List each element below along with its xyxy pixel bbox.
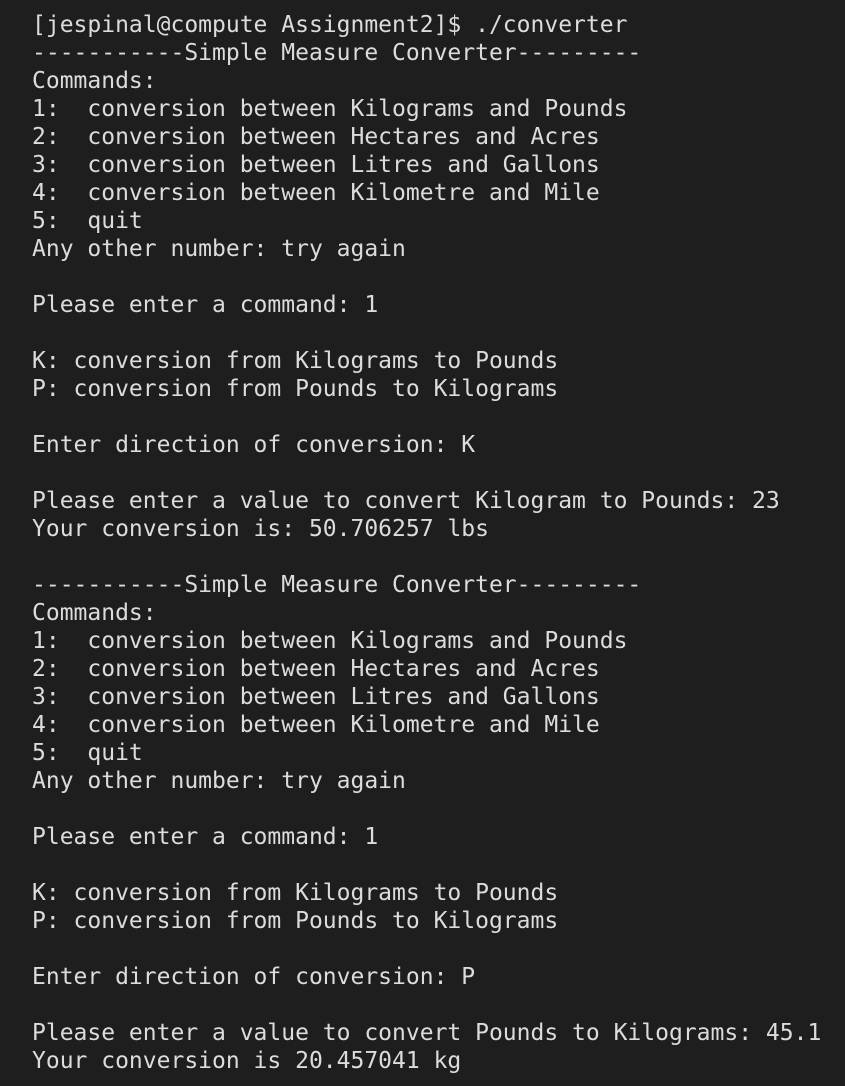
menu-option-4: 4: conversion between Kilometre and Mile xyxy=(32,180,600,206)
converter-banner: -----------Simple Measure Converter-----… xyxy=(32,572,642,598)
command-prompt-line: Please enter a command: 1 xyxy=(32,824,379,850)
menu-option-3: 3: conversion between Litres and Gallons xyxy=(32,684,600,710)
conversion-result-line: Your conversion is: 50.706257 lbs xyxy=(32,516,489,542)
direction-option-k: K: conversion from Kilograms to Pounds xyxy=(32,348,559,374)
conversion-result-line: Your conversion is 20.457041 kg xyxy=(32,1048,462,1074)
menu-option-5: 5: quit xyxy=(32,740,143,766)
menu-option-other: Any other number: try again xyxy=(32,768,406,794)
menu-option-other: Any other number: try again xyxy=(32,236,406,262)
commands-heading: Commands: xyxy=(32,68,157,94)
menu-option-2: 2: conversion between Hectares and Acres xyxy=(32,124,600,150)
converter-banner: -----------Simple Measure Converter-----… xyxy=(32,40,642,66)
command-prompt-line: Please enter a command: 1 xyxy=(32,292,379,318)
direction-option-k: K: conversion from Kilograms to Pounds xyxy=(32,880,559,906)
menu-option-4: 4: conversion between Kilometre and Mile xyxy=(32,712,600,738)
menu-option-3: 3: conversion between Litres and Gallons xyxy=(32,152,600,178)
direction-prompt-line: Enter direction of conversion: K xyxy=(32,432,476,458)
menu-option-1: 1: conversion between Kilograms and Poun… xyxy=(32,628,628,654)
value-prompt-line: Please enter a value to convert Pounds t… xyxy=(32,1020,822,1046)
menu-option-5: 5: quit xyxy=(32,208,143,234)
terminal-window[interactable]: [jespinal@compute Assignment2]$ ./conver… xyxy=(0,0,845,1086)
commands-heading: Commands: xyxy=(32,600,157,626)
direction-option-p: P: conversion from Pounds to Kilograms xyxy=(32,376,559,402)
shell-prompt-line: [jespinal@compute Assignment2]$ ./conver… xyxy=(32,12,628,38)
menu-option-1: 1: conversion between Kilograms and Poun… xyxy=(32,96,628,122)
menu-option-2: 2: conversion between Hectares and Acres xyxy=(32,656,600,682)
direction-prompt-line: Enter direction of conversion: P xyxy=(32,964,476,990)
direction-option-p: P: conversion from Pounds to Kilograms xyxy=(32,908,559,934)
value-prompt-line: Please enter a value to convert Kilogram… xyxy=(32,488,780,514)
